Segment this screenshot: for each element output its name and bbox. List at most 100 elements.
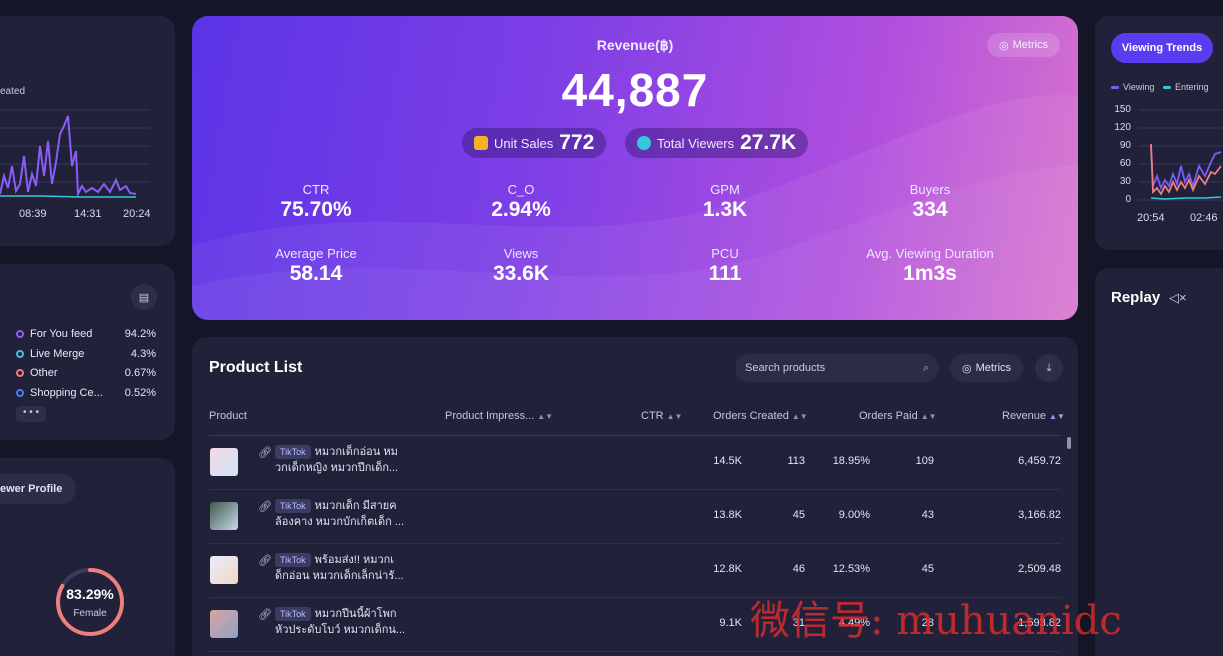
total-viewers-pill: Total Viewers 27.7K [625, 128, 809, 158]
source-label: For You feed [30, 328, 93, 340]
source-pct: 0.52% [124, 387, 156, 399]
kpi-value: 111 [708, 262, 742, 285]
time-label: 08:39 [19, 208, 47, 220]
product-name-line: หัวประดับโบว์ หมวกเด็กน... [275, 624, 406, 636]
source-label: Other [30, 367, 58, 379]
impressions-cell: 9.1K [719, 617, 742, 629]
revenue-hero-card: Revenue(฿) 44,887 ◎ Metrics Unit Sales 7… [192, 16, 1078, 320]
orders-created-cell: 113 [787, 455, 805, 467]
table-row[interactable]: 🔗︎ TikTok หมวกเด็กอ่อน หม วกเด็กหญิง หมวก… [209, 436, 1061, 490]
eye-icon [637, 136, 651, 150]
source-dot-icon [16, 350, 24, 358]
source-pct: 4.3% [130, 348, 156, 360]
source-dot-icon [16, 389, 24, 397]
revenue-value: 44,887 [561, 64, 709, 116]
kpi-value: 1.3K [702, 198, 748, 221]
source-tag: TikTok [275, 499, 311, 513]
document-icon[interactable]: ▤ [131, 284, 157, 310]
kpi-avg-viewing-duration: Avg. Viewing Duration 1m3s [830, 246, 1030, 286]
unit-sales-pill: Unit Sales 772 [462, 128, 607, 158]
sort-icon: ▲▼ [537, 412, 554, 421]
column-header-label: CTR [641, 410, 664, 422]
link-icon[interactable]: 🔗︎ [258, 500, 272, 513]
link-icon[interactable]: 🔗︎ [258, 554, 272, 567]
kpi-c-o: C_O 2.94% [421, 182, 621, 222]
product-name[interactable]: TikTok หมวกเด็กอ่อน หม วกเด็กหญิง หมวกปีก… [275, 444, 411, 476]
source-dot-icon [16, 369, 24, 377]
female-label: Female [73, 608, 107, 619]
kpi-value: 2.94% [491, 198, 551, 221]
product-metrics-button[interactable]: ◎ Metrics [950, 354, 1024, 382]
column-header-product: Product [209, 410, 247, 422]
source-pct: 0.67% [124, 367, 156, 379]
revenue-cell: 6,459.72 [1018, 455, 1061, 467]
kpi-label: Avg. Viewing Duration [866, 246, 994, 261]
search-input[interactable]: Search products ⌕ [735, 354, 939, 382]
kpi-value: 75.70% [280, 198, 352, 221]
search-icon[interactable]: ⌕ [923, 362, 929, 375]
unit-sales-label: Unit Sales [494, 135, 554, 151]
product-name-line: พร้อมส่ง!! หมวกเ [314, 554, 395, 566]
source-row: Shopping Ce... 0.52% [16, 387, 156, 399]
column-header-ctr[interactable]: CTR ▲▼ [641, 410, 682, 422]
product-name[interactable]: TikTok พร้อมส่ง!! หมวกเ ด็กอ่อน หมวกเด็กเ… [275, 552, 411, 584]
mute-icon[interactable]: ◁× [1169, 290, 1187, 306]
orders-paid-cell: 109 [915, 455, 934, 467]
viewer-profile-button[interactable]: ewer Profile [0, 474, 77, 504]
hero-metrics-label: Metrics [1012, 39, 1049, 51]
kpi-gpm: GPM 1.3K [625, 182, 825, 222]
sort-icon: ▲▼ [666, 412, 683, 421]
sort-icon: ▲▼ [920, 412, 937, 421]
column-header-orders-created[interactable]: Orders Created ▲▼ [713, 410, 808, 422]
product-name-line: วกเด็กหญิง หมวกปีกเด็ก... [275, 462, 399, 474]
column-header-revenue[interactable]: Revenue ▲▼ [1002, 410, 1065, 422]
kpi-label: Views [503, 246, 539, 261]
orders-paid-cell: 45 [921, 563, 934, 575]
column-header-impressions[interactable]: Product Impress... ▲▼ [445, 410, 553, 422]
kpi-label: Buyers [909, 182, 951, 197]
product-name[interactable]: TikTok หมวกเด็ก มีสายค ล้องคาง หมวกบักเก็… [275, 498, 411, 530]
impressions-cell: 13.8K [713, 509, 742, 521]
total-viewers-label: Total Viewers [657, 135, 735, 151]
source-row: Other 0.67% [16, 367, 156, 379]
female-pct: 83.29% [66, 586, 114, 602]
source-tag: TikTok [275, 445, 311, 459]
more-button[interactable]: • • • [16, 406, 46, 422]
table-row[interactable]: 🔗︎ TikTok หมวกเด็ก มีสายค ล้องคาง หมวกบัก… [209, 490, 1061, 544]
kpi-value: 334 [912, 198, 948, 221]
hero-metrics-button[interactable]: ◎ Metrics [987, 33, 1061, 57]
orders-created-cell: 45 [792, 509, 805, 521]
column-header-label: Revenue [1002, 410, 1047, 422]
orders-paid-cell: 43 [921, 509, 934, 521]
kpi-label: GPM [710, 182, 740, 197]
product-name[interactable]: TikTok หมวกปีนนี้ผ้าโพก หัวประดับโบว์ หมว… [275, 606, 411, 638]
product-thumbnail [210, 448, 238, 476]
total-viewers-value: 27.7K [740, 131, 797, 154]
link-icon[interactable]: 🔗︎ [258, 608, 272, 621]
column-header-label: Orders Created [713, 410, 789, 422]
kpi-views: Views 33.6K [421, 246, 621, 286]
column-header-label: Orders Paid [859, 410, 918, 422]
orders-created-cell: 46 [792, 563, 805, 575]
kpi-label: CTR [302, 182, 330, 197]
sort-icon: ▲▼ [1049, 412, 1065, 421]
kpi-value: 58.14 [289, 262, 343, 285]
kpi-average-price: Average Price 58.14 [216, 246, 416, 286]
source-label: Shopping Ce... [30, 387, 103, 399]
source-pct: 94.2% [124, 328, 156, 340]
kpi-value: 33.6K [492, 262, 550, 285]
product-thumbnail [210, 610, 238, 638]
kpi-pcu: PCU 111 [625, 246, 825, 286]
scrollbar[interactable] [1067, 437, 1071, 449]
kpi-ctr: CTR 75.70% [216, 182, 416, 222]
unit-sales-value: 772 [559, 131, 595, 154]
download-icon[interactable]: ⤓ [1035, 354, 1063, 382]
chart-up-icon [474, 136, 488, 150]
kpi-buyers: Buyers 334 [830, 182, 1030, 222]
left-trend-card: eated 08:39 14:31 20:24 [0, 16, 175, 246]
replay-title: Replay [1111, 289, 1161, 306]
revenue-cell: 3,166.82 [1018, 509, 1061, 521]
link-icon[interactable]: 🔗︎ [258, 446, 272, 459]
ctr-cell: 9.00% [838, 509, 870, 521]
column-header-orders-paid[interactable]: Orders Paid ▲▼ [859, 410, 937, 422]
